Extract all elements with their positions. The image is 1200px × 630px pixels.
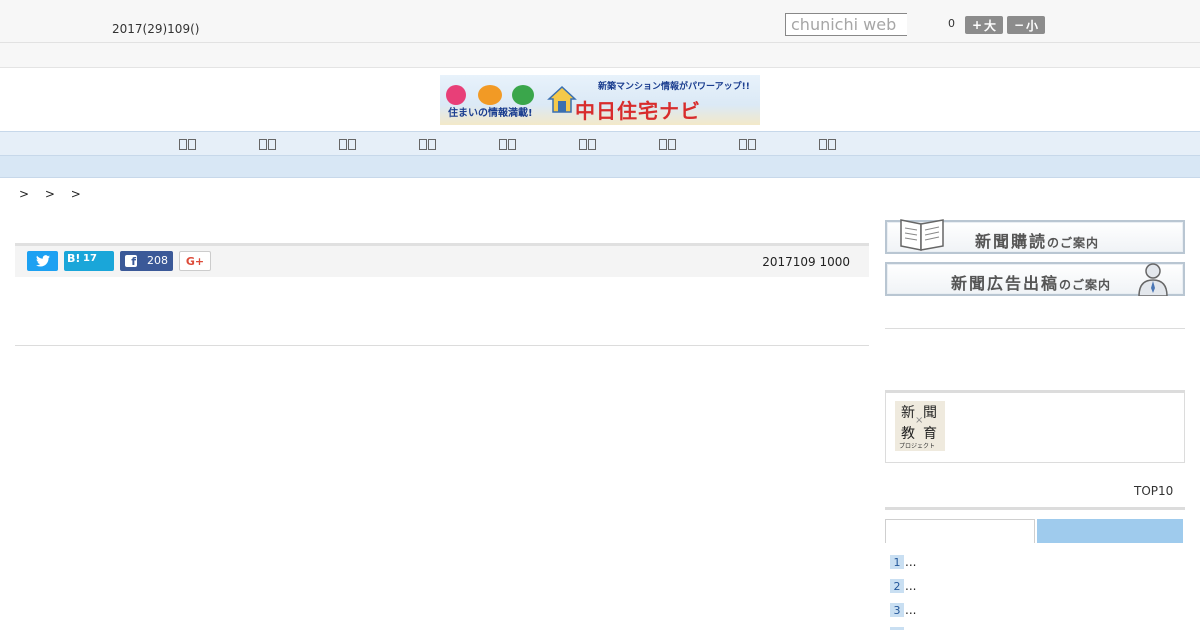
facebook-count: 208 (147, 254, 168, 267)
hatena-bookmark-button[interactable]: B! 17 (64, 251, 114, 271)
ranking-tab-1[interactable] (885, 519, 1035, 543)
ranking-title: ... (905, 603, 917, 617)
nav-item-6[interactable] (567, 136, 607, 152)
ranking-item[interactable]: 1 ... (890, 555, 916, 569)
nav-item-9[interactable] (807, 136, 847, 152)
nav-item-4[interactable] (407, 136, 447, 152)
ranking-title: ... (905, 579, 917, 593)
sub-nav-bar (0, 156, 1200, 178)
sub-header-strip (0, 43, 1200, 68)
counter-value: 0 (948, 17, 955, 30)
font-small-label: 小 (1026, 18, 1039, 33)
sidebar-divider (885, 328, 1185, 329)
nav-item-7[interactable] (647, 136, 687, 152)
ranking-item[interactable]: 2 ... (890, 579, 916, 593)
search-input[interactable] (785, 13, 907, 36)
top10-heading: TOP10 (1134, 484, 1174, 498)
plus-icon: + (971, 18, 983, 32)
banner-headline: 新築マンション情報がパワーアップ!! (598, 82, 750, 92)
date-display: 2017(29)109() (112, 22, 200, 36)
ranking-number: 2 (890, 579, 904, 593)
newspaper-education-logo[interactable]: 新 聞 × 教 育 プロジェクト (895, 401, 945, 451)
subscribe-guide-button[interactable]: 新聞購読のご案内 (885, 219, 1185, 254)
banner-badge-mie (512, 85, 534, 105)
nav-item-3[interactable] (327, 136, 367, 152)
nav-item-8[interactable] (727, 136, 767, 152)
ranking-tab-2[interactable] (1037, 519, 1183, 543)
twitter-share-button[interactable] (27, 251, 58, 271)
ranking-item[interactable]: 3 ... (890, 603, 916, 617)
ad-placement-guide-button[interactable]: 新聞広告出稿のご案内 (885, 262, 1185, 296)
businessman-icon (1138, 263, 1168, 296)
ranking-divider (885, 507, 1185, 510)
ranking-number: 3 (890, 603, 904, 617)
subscribe-guide-label: 新聞購読のご案内 (975, 232, 1100, 251)
banner-badge-gifu (478, 85, 502, 105)
ranking-number: 1 (890, 555, 904, 569)
facebook-icon: f (125, 255, 137, 268)
ranking-title: ... (905, 555, 917, 569)
hatena-count: 17 (83, 253, 97, 264)
banner-badge-aichi (446, 85, 466, 105)
publish-datetime: 2017109 1000 (762, 255, 850, 269)
newspaper-education-panel: 新 聞 × 教 育 プロジェクト (885, 390, 1185, 463)
twitter-bird-icon (35, 255, 50, 267)
banner-title: 中日住宅ナビ (575, 99, 701, 123)
main-nav (0, 131, 1200, 156)
facebook-share-button[interactable]: f 208 (120, 251, 173, 271)
breadcrumb[interactable]: > > > (19, 187, 87, 201)
ad-placement-guide-label: 新聞広告出稿のご案内 (951, 274, 1112, 293)
gplus-share-button[interactable]: G+ (179, 251, 211, 271)
article-divider (15, 345, 869, 346)
top-bar: 2017(29)109() 0 +大 −小 (0, 0, 1200, 43)
house-icon (547, 85, 577, 113)
font-size-small-button[interactable]: − 小 (1007, 16, 1045, 34)
gplus-icon: G+ (185, 254, 205, 268)
nav-item-1[interactable] (167, 136, 207, 152)
newspaper-book-icon (900, 219, 944, 251)
nav-item-5[interactable] (487, 136, 527, 152)
banner-tagline: 住まいの情報満載! (448, 108, 533, 119)
housing-navi-banner[interactable]: 住まいの情報満載! 新築マンション情報がパワーアップ!! 中日住宅ナビ (440, 75, 760, 125)
share-bar: B! 17 f 208 G+ 2017109 1000 (15, 243, 869, 277)
font-size-large-button[interactable]: + 大 (965, 16, 1003, 34)
minus-icon: − (1013, 18, 1025, 32)
nav-item-2[interactable] (247, 136, 287, 152)
font-large-label: 大 (984, 18, 997, 33)
hatena-icon: B! (67, 252, 81, 265)
